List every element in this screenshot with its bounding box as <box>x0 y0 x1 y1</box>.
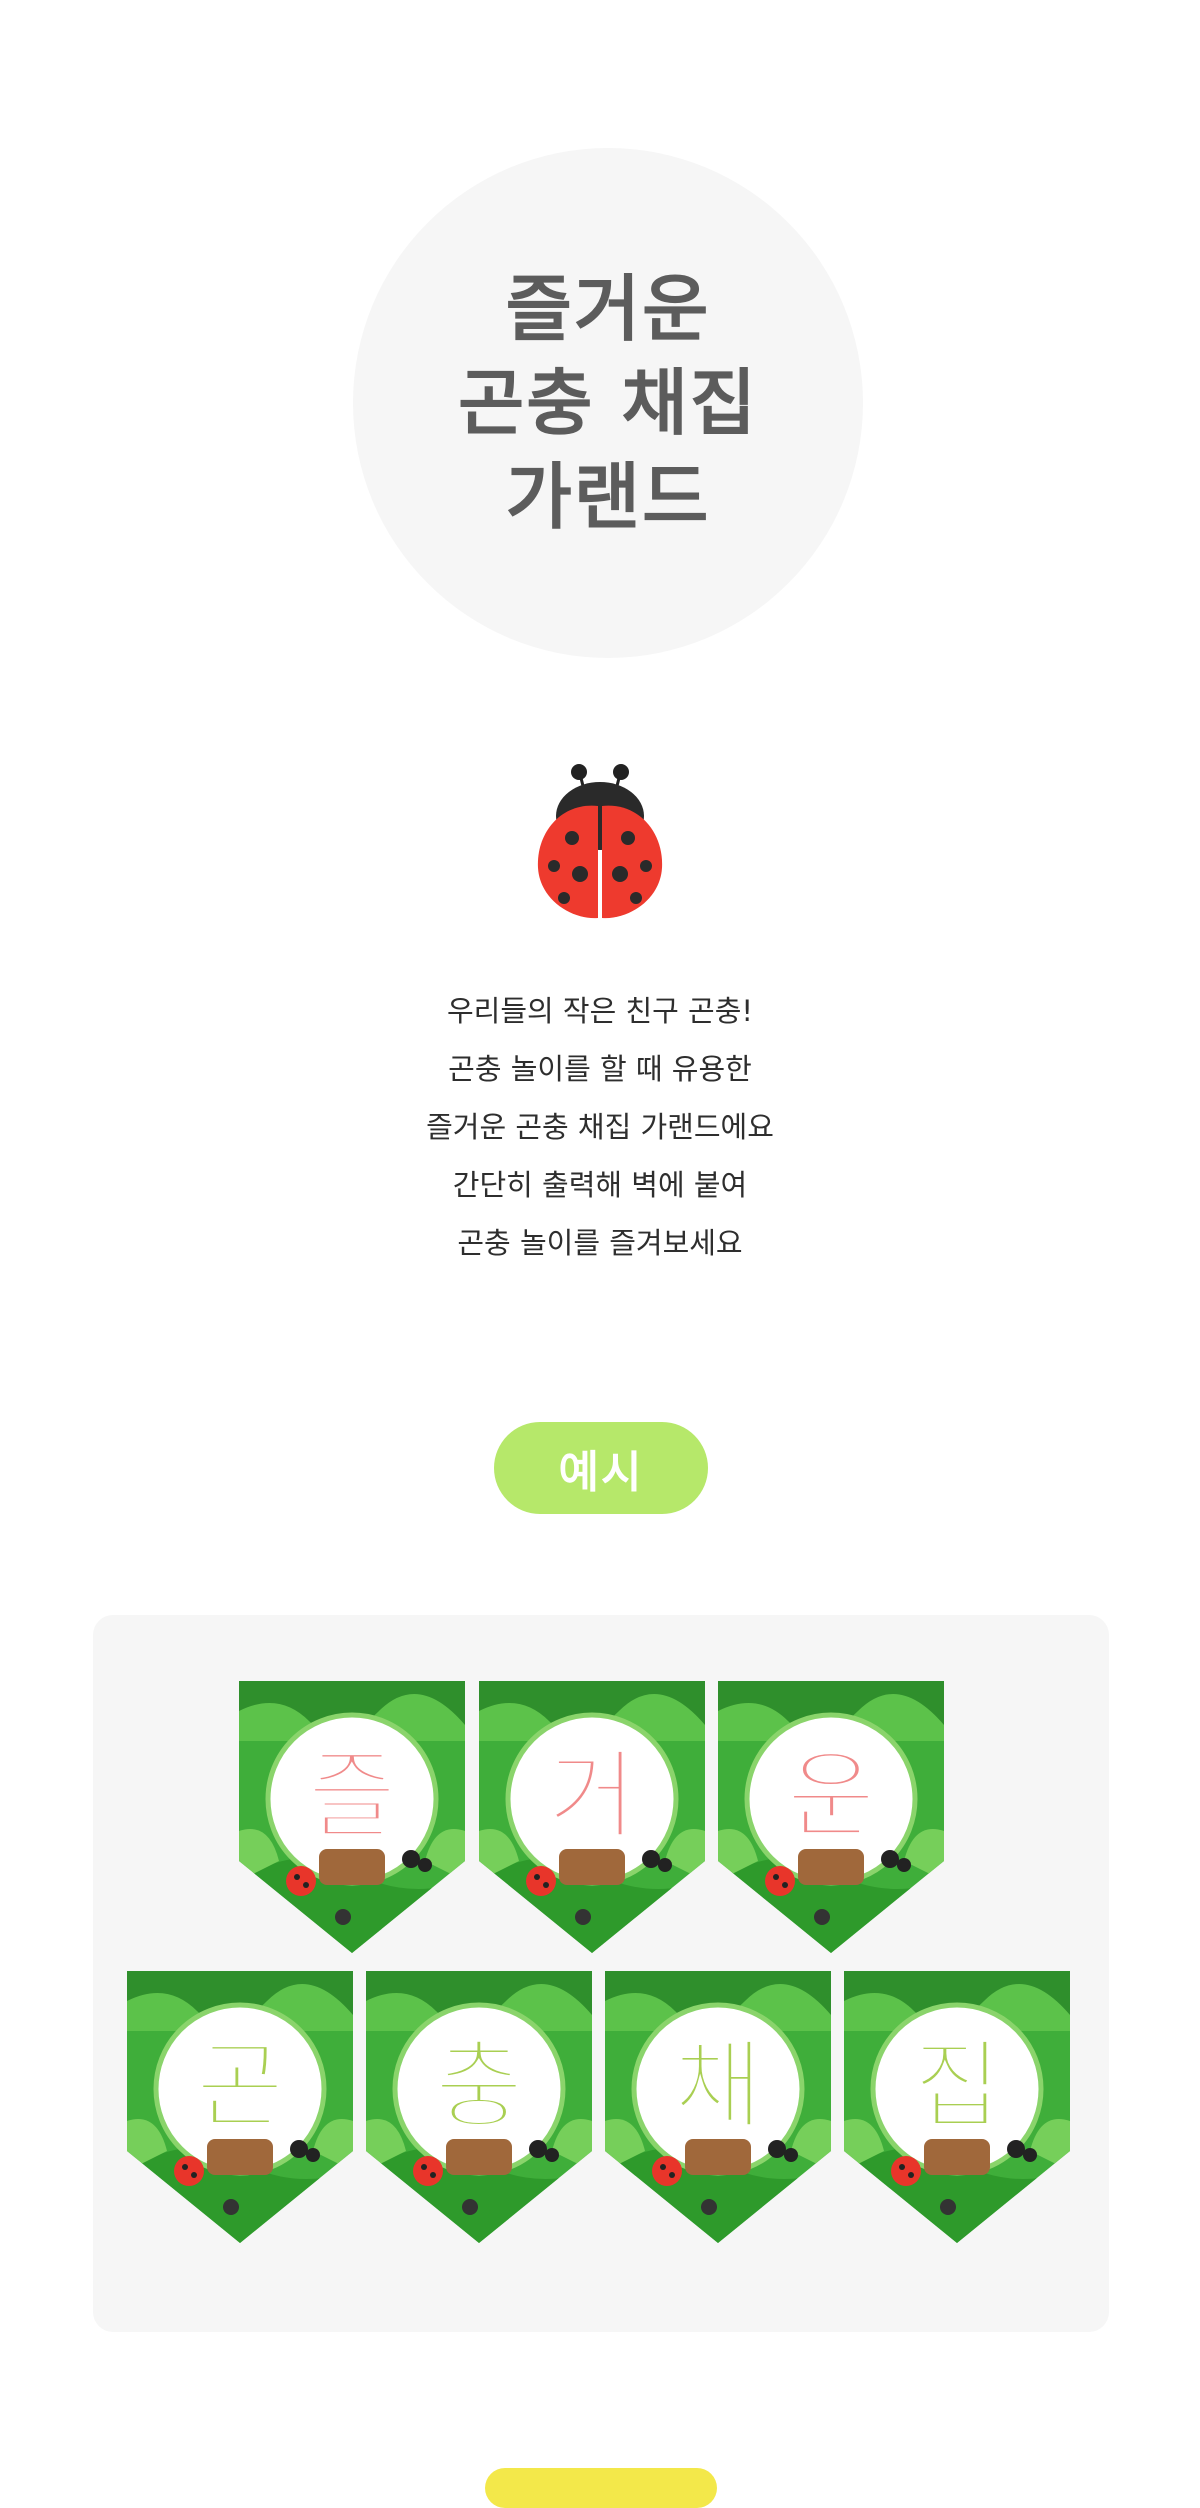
garland-pennant: 집 <box>844 1971 1070 2243</box>
garland-pennant: 채 <box>605 1971 831 2243</box>
title-circle: 즐거운 곤충 채집 가랜드 <box>353 148 863 658</box>
garland-letter: 채 <box>674 2030 762 2142</box>
example-label-badge: 예시 <box>494 1422 708 1514</box>
garland-letter: 곤 <box>196 2030 284 2142</box>
garland-pennant: 운 <box>718 1681 944 1953</box>
example-panel: 즐 거 운곤 충 채 집 <box>93 1615 1109 2332</box>
garland-pennant: 곤 <box>127 1971 353 2243</box>
description-line: 곤충 놀이를 할 때 유용한 <box>448 1052 752 1086</box>
garland-letter: 거 <box>548 1740 636 1852</box>
ladybug-icon <box>537 764 663 919</box>
garland-letter: 충 <box>435 2030 523 2142</box>
garland-pennant: 충 <box>366 1971 592 2243</box>
description-line: 간단히 출력해 벽에 붙여 <box>452 1168 748 1202</box>
next-section-badge <box>485 2468 717 2508</box>
garland-letter: 즐 <box>308 1740 396 1852</box>
garland-letter: 운 <box>787 1740 875 1852</box>
garland-letter: 집 <box>913 2030 1001 2142</box>
description: 우리들의 작은 친구 곤충! 곤충 놀이를 할 때 유용한 즐거운 곤충 채집 … <box>0 982 1200 1272</box>
description-line: 즐거운 곤충 채집 가랜드에요 <box>426 1110 774 1144</box>
title-line-3: 가랜드 <box>505 455 711 539</box>
description-line: 곤충 놀이를 즐겨보세요 <box>457 1226 743 1260</box>
title-line-2: 곤충 채집 <box>457 361 759 445</box>
title-line-1: 즐거운 <box>505 267 711 351</box>
description-line: 우리들의 작은 친구 곤충! <box>446 994 754 1028</box>
garland-pennant: 거 <box>479 1681 705 1953</box>
garland-pennant: 즐 <box>239 1681 465 1953</box>
